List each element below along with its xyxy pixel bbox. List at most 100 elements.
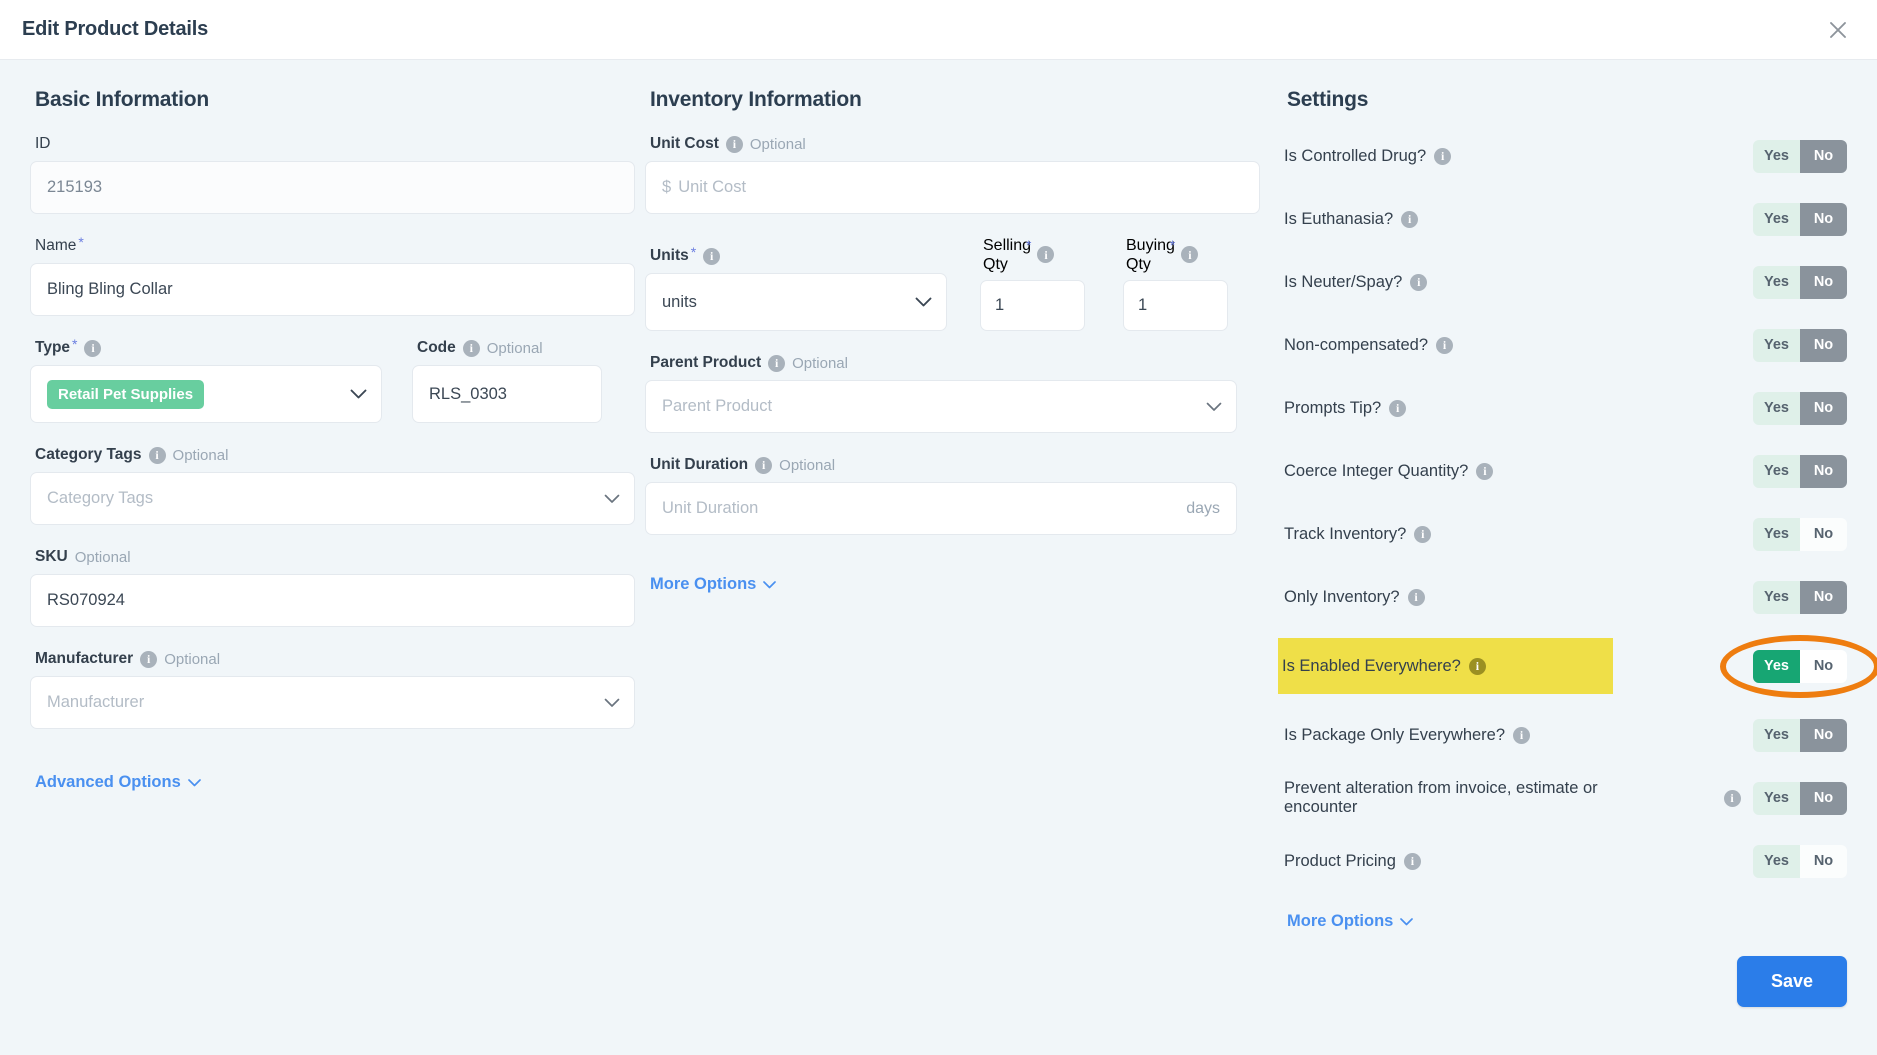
units-select[interactable]: units bbox=[645, 273, 947, 331]
unit-duration-input[interactable]: Unit Duration days bbox=[645, 482, 1237, 535]
yes-no-toggle[interactable]: YesNo bbox=[1753, 392, 1847, 425]
yes-no-toggle[interactable]: YesNo bbox=[1753, 518, 1847, 551]
settings-heading: Settings bbox=[1287, 88, 1847, 112]
toggle-yes-option[interactable]: Yes bbox=[1753, 719, 1800, 752]
manufacturer-optional-tag: Optional bbox=[164, 651, 220, 668]
setting-info-icon[interactable]: i bbox=[1436, 337, 1453, 354]
setting-info-icon[interactable]: i bbox=[1414, 526, 1431, 543]
toggle-no-option[interactable]: No bbox=[1800, 266, 1847, 299]
yes-no-toggle[interactable]: YesNo bbox=[1753, 782, 1847, 815]
toggle-yes-option[interactable]: Yes bbox=[1753, 581, 1800, 614]
unit-duration-info-icon[interactable]: i bbox=[755, 457, 772, 474]
type-label-row: Type * i bbox=[35, 338, 382, 358]
category-tags-info-icon[interactable]: i bbox=[149, 447, 166, 464]
toggle-yes-option[interactable]: Yes bbox=[1753, 455, 1800, 488]
manufacturer-info-icon[interactable]: i bbox=[140, 651, 157, 668]
unit-duration-label: Unit Duration bbox=[650, 456, 748, 474]
yes-no-toggle[interactable]: YesNo bbox=[1753, 140, 1847, 173]
advanced-options-label: Advanced Options bbox=[35, 773, 181, 792]
type-required-asterisk: * bbox=[72, 338, 77, 348]
toggle-yes-option[interactable]: Yes bbox=[1753, 782, 1800, 815]
setting-label: Is Package Only Everywhere? bbox=[1284, 726, 1505, 745]
units-info-icon[interactable]: i bbox=[703, 248, 720, 265]
setting-row: Prompts Tip? i YesNo bbox=[1282, 386, 1847, 430]
category-tags-label: Category Tags bbox=[35, 446, 142, 464]
setting-info-icon[interactable]: i bbox=[1401, 211, 1418, 228]
toggle-yes-option[interactable]: Yes bbox=[1753, 518, 1800, 551]
toggle-no-option[interactable]: No bbox=[1800, 845, 1847, 878]
toggle-yes-option[interactable]: Yes bbox=[1753, 203, 1800, 236]
code-info-icon[interactable]: i bbox=[463, 340, 480, 357]
setting-info-icon[interactable]: i bbox=[1724, 790, 1741, 807]
toggle-no-option[interactable]: No bbox=[1800, 203, 1847, 236]
yes-no-toggle[interactable]: YesNo bbox=[1753, 845, 1847, 878]
unit-cost-info-icon[interactable]: i bbox=[726, 136, 743, 153]
selling-qty-info-icon[interactable]: i bbox=[1037, 246, 1054, 263]
setting-info-icon[interactable]: i bbox=[1408, 589, 1425, 606]
yes-no-toggle[interactable]: YesNo bbox=[1753, 329, 1847, 362]
setting-row: Is Enabled Everywhere?iYesNo bbox=[1282, 638, 1847, 694]
setting-info-icon[interactable]: i bbox=[1389, 400, 1406, 417]
setting-info-icon[interactable]: i bbox=[1404, 853, 1421, 870]
yes-no-toggle[interactable]: YesNo bbox=[1753, 650, 1847, 683]
toggle-yes-option[interactable]: Yes bbox=[1753, 650, 1800, 683]
parent-product-select[interactable]: Parent Product bbox=[645, 380, 1237, 433]
category-tags-placeholder: Category Tags bbox=[47, 489, 153, 508]
sku-input[interactable]: RS070924 bbox=[30, 574, 635, 627]
manufacturer-select[interactable]: Manufacturer bbox=[30, 676, 635, 729]
parent-product-info-icon[interactable]: i bbox=[768, 355, 785, 372]
yes-no-toggle[interactable]: YesNo bbox=[1753, 266, 1847, 299]
setting-info-icon[interactable]: i bbox=[1434, 148, 1451, 165]
yes-no-toggle[interactable]: YesNo bbox=[1753, 455, 1847, 488]
name-input[interactable]: Bling Bling Collar bbox=[30, 263, 635, 316]
setting-label-wrap: Is Package Only Everywhere? i bbox=[1282, 726, 1753, 745]
toggle-no-option[interactable]: No bbox=[1800, 329, 1847, 362]
toggle-no-option[interactable]: No bbox=[1800, 782, 1847, 815]
toggle-yes-option[interactable]: Yes bbox=[1753, 329, 1800, 362]
yes-no-toggle[interactable]: YesNo bbox=[1753, 203, 1847, 236]
id-input[interactable]: 215193 bbox=[30, 161, 635, 214]
yes-no-toggle[interactable]: YesNo bbox=[1753, 719, 1847, 752]
unit-cost-input[interactable]: $ Unit Cost bbox=[645, 161, 1260, 214]
setting-info-icon[interactable]: i bbox=[1476, 463, 1493, 480]
code-label: Code bbox=[417, 339, 456, 357]
setting-label-wrap: Is Neuter/Spay?i bbox=[1282, 273, 1753, 292]
toggle-no-option[interactable]: No bbox=[1800, 518, 1847, 551]
toggle-no-option[interactable]: No bbox=[1800, 650, 1847, 683]
advanced-options-link[interactable]: Advanced Options bbox=[35, 773, 201, 792]
type-info-icon[interactable]: i bbox=[84, 340, 101, 357]
chevron-down-icon bbox=[915, 297, 932, 308]
setting-info-icon[interactable]: i bbox=[1410, 274, 1427, 291]
toggle-yes-option[interactable]: Yes bbox=[1753, 140, 1800, 173]
toggle-no-option[interactable]: No bbox=[1800, 140, 1847, 173]
toggle-no-option[interactable]: No bbox=[1800, 719, 1847, 752]
selling-qty-input[interactable]: 1 bbox=[980, 280, 1085, 331]
close-icon[interactable] bbox=[1823, 15, 1853, 45]
inventory-more-options-link[interactable]: More Options bbox=[650, 575, 776, 594]
manufacturer-field: Manufacturer i Optional Manufacturer bbox=[30, 649, 635, 729]
toggle-no-option[interactable]: No bbox=[1800, 392, 1847, 425]
setting-info-icon[interactable]: i bbox=[1513, 727, 1530, 744]
toggle-yes-option[interactable]: Yes bbox=[1753, 845, 1800, 878]
selling-qty-label-line2: Qty bbox=[983, 256, 1008, 273]
setting-label: Prompts Tip? bbox=[1284, 399, 1381, 418]
category-tags-select[interactable]: Category Tags bbox=[30, 472, 635, 525]
buying-qty-input[interactable]: 1 bbox=[1123, 280, 1228, 331]
save-button[interactable]: Save bbox=[1737, 956, 1847, 1007]
unit-cost-field: Unit Cost i Optional $ Unit Cost bbox=[645, 134, 1260, 214]
setting-row: Only Inventory?iYesNo bbox=[1282, 575, 1847, 619]
toggle-yes-option[interactable]: Yes bbox=[1753, 266, 1800, 299]
units-qty-row: Units * i units Selling* Qty bbox=[645, 236, 1260, 353]
toggle-no-option[interactable]: No bbox=[1800, 455, 1847, 488]
parent-product-optional-tag: Optional bbox=[792, 355, 848, 372]
toggle-no-option[interactable]: No bbox=[1800, 581, 1847, 614]
toggle-yes-option[interactable]: Yes bbox=[1753, 392, 1800, 425]
setting-info-icon[interactable]: i bbox=[1469, 658, 1486, 675]
yes-no-toggle[interactable]: YesNo bbox=[1753, 581, 1847, 614]
code-input[interactable]: RLS_0303 bbox=[412, 365, 602, 423]
type-select[interactable]: Retail Pet Supplies bbox=[30, 365, 382, 423]
setting-row: Non-compensated?iYesNo bbox=[1282, 323, 1847, 367]
settings-more-options-link[interactable]: More Options bbox=[1287, 912, 1413, 931]
code-label-row: Code i Optional bbox=[417, 338, 602, 358]
buying-qty-info-icon[interactable]: i bbox=[1181, 246, 1198, 263]
